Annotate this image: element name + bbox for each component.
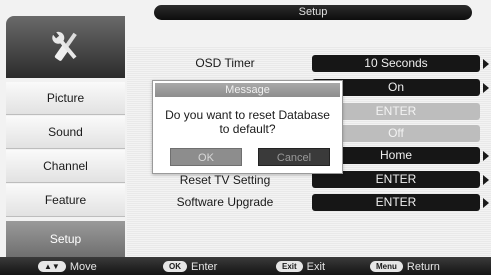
footer-hint-bar: ▲▼ Move OK Enter Exit Exit Menu Return (0, 257, 491, 275)
menu-key-icon: Menu (370, 261, 403, 272)
right-arrow-icon[interactable] (483, 198, 489, 208)
dialog-message-line1: Do you want to reset Database (165, 108, 330, 122)
sidebar-item-picture[interactable]: Picture (6, 82, 125, 115)
hint-return: Menu Return (370, 260, 440, 273)
sidebar-item-label: Channel (43, 159, 88, 173)
sidebar: Picture Sound Channel Feature Setup (6, 16, 125, 257)
menu-title-bar: Setup (154, 5, 472, 20)
sidebar-item-feature[interactable]: Feature (6, 184, 125, 217)
dialog-title: Message (155, 83, 340, 97)
sidebar-item-label: Setup (49, 232, 82, 246)
cancel-button[interactable]: Cancel (258, 148, 330, 166)
ok-button[interactable]: OK (170, 148, 242, 166)
up-down-key-icon: ▲▼ (38, 261, 66, 272)
menu-title: Setup (298, 6, 328, 18)
exit-key-icon: Exit (276, 261, 303, 272)
reset-database-dialog: Message Do you want to reset Database to… (152, 80, 343, 174)
hint-label: Return (406, 260, 440, 273)
hint-enter: OK Enter (163, 260, 217, 273)
hint-label: Enter (191, 260, 218, 273)
software-upgrade-value[interactable]: ENTER (312, 194, 480, 211)
right-arrow-icon[interactable] (483, 83, 489, 93)
sidebar-item-label: Feature (44, 193, 87, 207)
reset-tv-label: Reset TV Setting (179, 173, 271, 187)
hint-label: Move (69, 260, 97, 273)
ok-key-icon: OK (163, 261, 187, 272)
sidebar-item-channel[interactable]: Channel (6, 150, 125, 183)
sidebar-item-label: Picture (46, 91, 85, 105)
sidebar-item-sound[interactable]: Sound (6, 116, 125, 149)
tools-icon (51, 31, 77, 61)
hint-move: ▲▼ Move (38, 260, 97, 273)
osd-timer-value[interactable]: 10 Seconds (312, 55, 480, 72)
hint-exit: Exit Exit (276, 260, 325, 273)
software-upgrade-label: Software Upgrade (176, 195, 274, 209)
osd-timer-label: OSD Timer (195, 56, 255, 70)
sidebar-item-setup[interactable]: Setup (6, 221, 125, 257)
right-arrow-icon[interactable] (483, 175, 489, 185)
sidebar-item-label: Sound (48, 125, 83, 139)
dialog-message-line2: to default? (219, 122, 276, 136)
right-arrow-icon[interactable] (483, 59, 489, 69)
hint-label: Exit (306, 260, 326, 273)
setup-category-tile (6, 16, 125, 78)
dialog-message: Do you want to reset Database to default… (157, 108, 338, 136)
right-arrow-icon[interactable] (483, 151, 489, 161)
